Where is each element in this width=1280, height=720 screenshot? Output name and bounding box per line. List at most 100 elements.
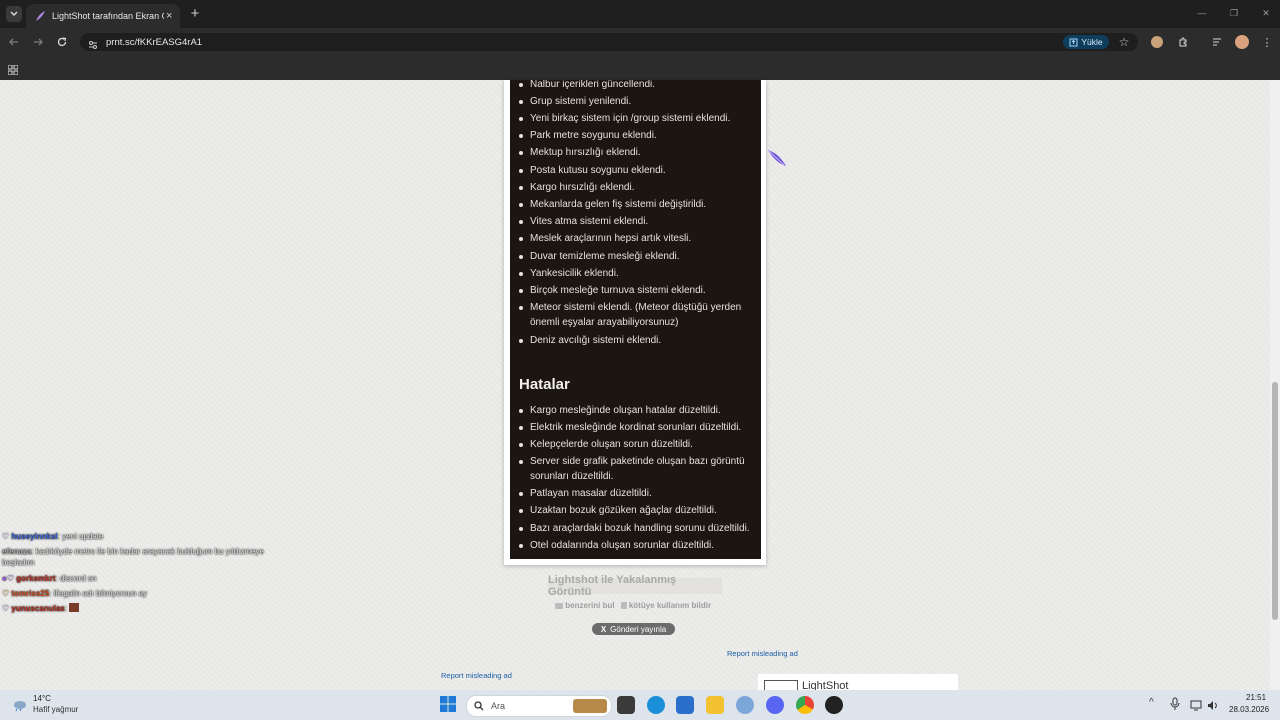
changelog-item: Meteor sistemi eklendi. (Meteor düştüğü … <box>519 300 758 330</box>
upload-button[interactable]: Yükle <box>1063 35 1109 49</box>
weather-temp: 14°C <box>33 694 51 703</box>
chat-text: : kadıköyde metro ile bin kadar arayacak… <box>2 547 264 567</box>
changelog-item: Mekanlarda gelen fiş sistemi değiştirild… <box>519 197 758 212</box>
changelog-item: Mektup hırsızlığı eklendi. <box>519 145 758 160</box>
url-text: prnt.sc/fKKrEASG4rA1 <box>106 36 203 48</box>
chat-text: : discord sn <box>55 574 97 583</box>
microphone-icon[interactable] <box>1170 697 1180 711</box>
bugfix-item: Otel odalarında oluşan sorunlar düzeltil… <box>519 538 758 553</box>
obs-studio-icon[interactable] <box>825 696 843 714</box>
microsoft-store-icon[interactable] <box>676 696 694 714</box>
chat-message: ♡ huseyinnksl: yeni update <box>2 531 103 542</box>
changelog-item: Meslek araçlarının hepsi artık vitesli. <box>519 231 758 246</box>
window-restore-button[interactable]: ❐ <box>1224 5 1244 21</box>
apps-grid-icon[interactable] <box>7 62 19 76</box>
chat-emote-icon <box>69 603 80 612</box>
changelog-item: Duvar temizleme mesleği eklendi. <box>519 249 758 264</box>
trash-icon <box>620 602 627 609</box>
address-bar[interactable]: prnt.sc/fKKrEASG4rA1 <box>80 33 1138 79</box>
bugfix-item: Kargo mesleğinde oluşan hatalar düzeltil… <box>519 403 758 418</box>
ad-banner[interactable]: LightShot <box>758 674 958 690</box>
chat-badge-icon: ♡ <box>2 532 10 541</box>
chat-badge-icon: ●♡ <box>2 574 15 583</box>
bugfix-item: Kelepçelerde oluşan sorun düzeltildi. <box>519 437 758 452</box>
search-highlight-image <box>573 699 607 713</box>
weather-cloud-icon[interactable] <box>12 696 28 712</box>
weather-desc: Hafif yağmur <box>33 705 79 714</box>
changelog-item: Deniz avcılığı sistemi eklendi. <box>519 333 758 348</box>
browser-tab-active[interactable]: LightShot tarafından Ekran Görüntüsü × <box>26 4 180 28</box>
chat-badge-icon: ♡ <box>2 589 10 598</box>
changelog-item: Grup sistemi yenilendi. <box>519 94 758 109</box>
extension-face-icon[interactable] <box>1151 36 1163 48</box>
search-icon <box>474 701 484 711</box>
bugfix-item: Bazı araçlardaki bozuk handling sorunu d… <box>519 521 758 536</box>
volume-icon[interactable] <box>1207 698 1219 710</box>
changelog-item: Yankesicilik eklendi. <box>519 266 758 281</box>
chat-text: : <box>64 604 67 613</box>
more-menu-icon[interactable]: ⋮ <box>1262 35 1273 49</box>
chat-username: yunuscanulas <box>11 604 65 613</box>
post-to-x-button[interactable]: X Gönderi yayınla <box>592 623 675 635</box>
changelog-item: Park metre soygunu eklendi. <box>519 128 758 143</box>
uploaded-screenshot: Hatalar Nalbur içerikleri güncellendi. Gr… <box>510 80 761 559</box>
window-close-button[interactable]: ✕ <box>1256 5 1276 21</box>
new-tab-button[interactable]: + <box>187 5 203 22</box>
upload-icon <box>1069 38 1078 46</box>
ad-title: LightShot <box>802 680 849 690</box>
chat-text: : illegalin adı bilmiyorsun ay <box>49 589 148 598</box>
clock-time[interactable]: 21:51 <box>1246 693 1266 702</box>
chat-badge-icon: ♡ <box>2 604 10 613</box>
back-arrow-icon[interactable] <box>6 34 22 50</box>
bookmarks-bar <box>0 56 1280 80</box>
taskbar-search[interactable]: Ara <box>466 695 612 717</box>
tab-search-icon[interactable] <box>6 6 22 22</box>
tab-title: LightShot tarafından Ekran Görüntüsü <box>52 11 164 21</box>
lightshot-feather-icon <box>36 11 45 21</box>
screenshot-actions: benzerini bul kötüye kullanım bildir <box>555 601 711 610</box>
find-similar-label: benzerini bul <box>565 601 615 610</box>
windows-start-icon[interactable] <box>440 696 456 712</box>
edge-browser-icon[interactable] <box>647 696 665 714</box>
network-monitor-icon[interactable] <box>1190 698 1202 711</box>
reading-list-icon[interactable] <box>1210 35 1224 49</box>
settings-gear-icon[interactable] <box>736 696 754 714</box>
changelog-item: Vites atma sistemi eklendi. <box>519 214 758 229</box>
chrome-icon[interactable] <box>796 696 814 714</box>
report-ad-link[interactable]: Report misleading ad <box>727 649 798 658</box>
tab-close-icon[interactable]: × <box>166 10 172 22</box>
browser-tab-strip: LightShot tarafından Ekran Görüntüsü × +… <box>0 0 1280 28</box>
lightshot-feather-icon <box>767 149 786 166</box>
file-explorer-icon[interactable] <box>706 696 724 714</box>
report-abuse-label: kötüye kullanım bildir <box>628 601 712 610</box>
bookmark-star-icon[interactable]: ☆ <box>1117 35 1131 49</box>
chat-username: huseyinnksl <box>11 532 58 541</box>
camera-icon <box>555 603 563 609</box>
forward-arrow-icon[interactable] <box>30 34 46 50</box>
extensions-puzzle-icon[interactable] <box>1176 35 1190 49</box>
site-settings-icon[interactable] <box>88 37 98 49</box>
bugfix-item: Patlayan masalar düzeltildi. <box>519 486 758 501</box>
find-similar-link[interactable]: benzerini bul <box>555 601 615 610</box>
screenshot-caption: Lightshot ile Yakalanmış Görüntü <box>548 574 722 598</box>
changelog-item: Birçok mesleğe turnuva sistemi eklendi. <box>519 283 758 298</box>
discord-icon[interactable] <box>766 696 784 714</box>
clock-date[interactable]: 28.03.2026 <box>1229 705 1269 714</box>
bugfix-item: Uzaktan bozuk gözüken ağaçlar düzeltildi… <box>519 503 758 518</box>
windows-taskbar <box>0 690 1280 720</box>
changelog-item: Nalbur içerikleri güncellendi. <box>519 80 758 92</box>
profile-avatar[interactable] <box>1235 35 1249 49</box>
task-view-icon[interactable] <box>617 696 635 714</box>
chat-message: efenaza: kadıköyde metro ile bin kadar a… <box>2 546 282 568</box>
report-ad-link[interactable]: Report misleading ad <box>441 671 512 680</box>
chat-text: : yeni update <box>57 532 104 541</box>
chat-username: gorkemkrt <box>16 574 56 583</box>
reload-icon[interactable] <box>54 34 70 50</box>
chat-username: tomriss25 <box>11 589 50 598</box>
report-abuse-link[interactable]: kötüye kullanım bildir <box>620 601 712 610</box>
chat-message: ●♡ gorkemkrt: discord sn <box>2 573 96 584</box>
window-minimize-button[interactable]: — <box>1192 5 1212 21</box>
scrollbar-thumb[interactable] <box>1272 382 1278 620</box>
tray-overflow-chevron-icon[interactable]: ^ <box>1149 697 1154 708</box>
changelog-item: Yeni birkaç sistem için /group sistemi e… <box>519 111 758 126</box>
